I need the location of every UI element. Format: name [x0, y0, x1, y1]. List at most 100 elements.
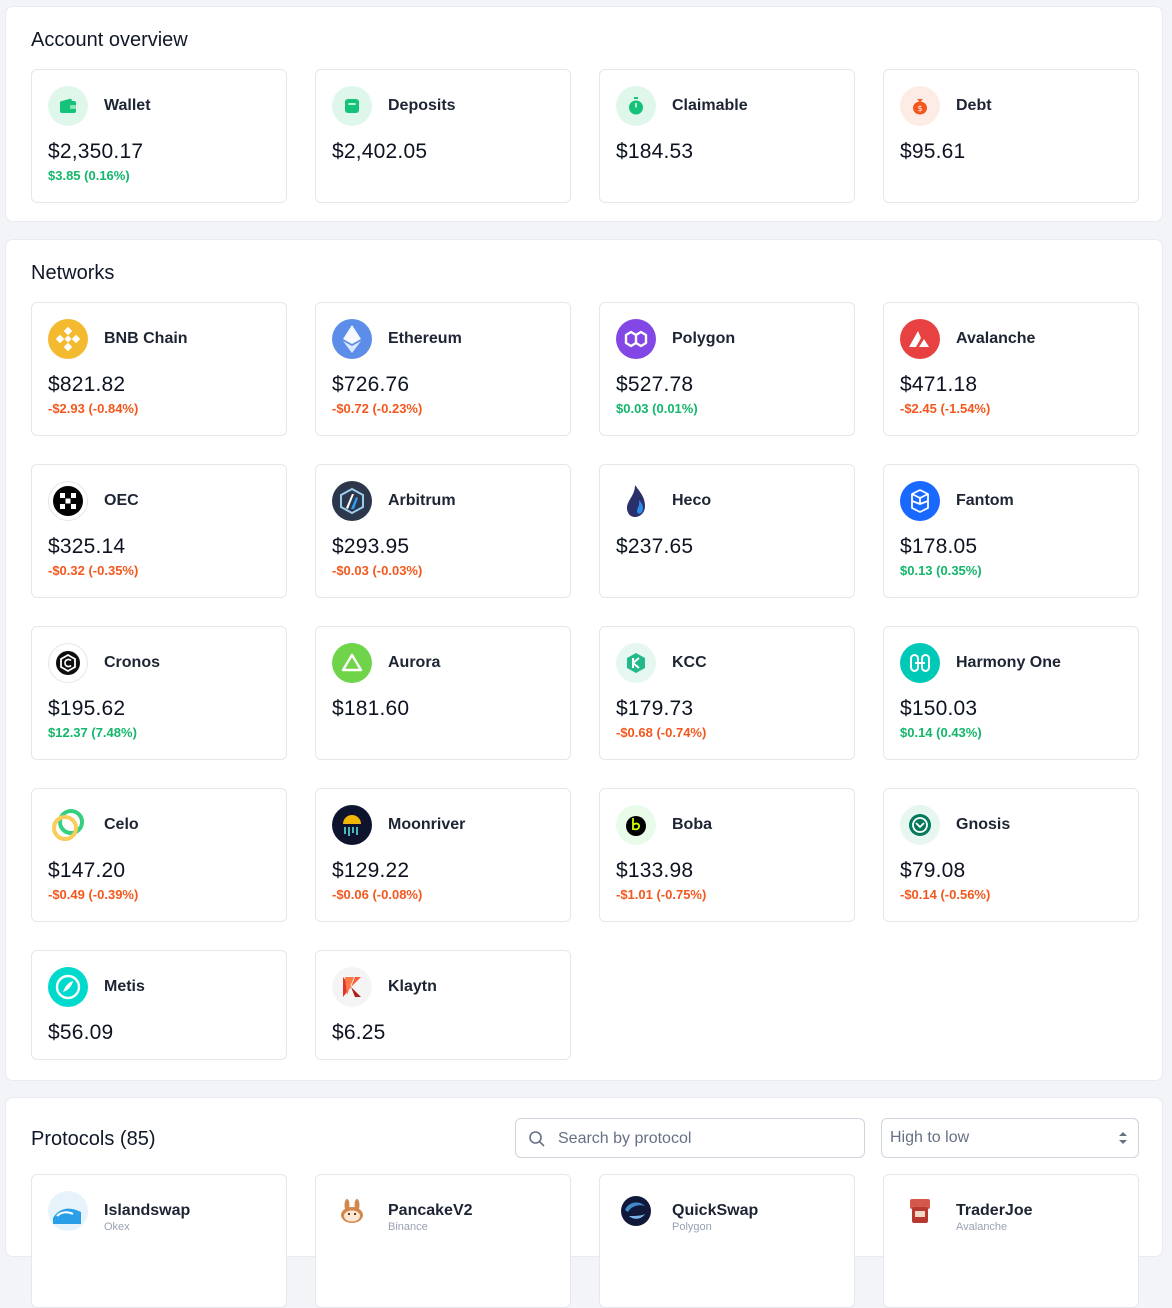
protocol-card-network: Binance	[388, 1221, 428, 1233]
network-card-moonriver[interactable]: Moonriver $129.22 -$0.06 (-0.08%)	[315, 788, 571, 922]
protocol-card-pancakev2[interactable]: PancakeV2 Binance	[315, 1174, 571, 1308]
aurora-icon	[332, 643, 372, 683]
network-card-change: -$0.72 (-0.23%)	[332, 401, 423, 416]
overview-card-deposits[interactable]: Deposits $2,402.05	[315, 69, 571, 203]
network-card-label: Fantom	[956, 492, 1014, 509]
network-card-label: Ethereum	[388, 330, 462, 347]
network-card-arbitrum[interactable]: Arbitrum $293.95 -$0.03 (-0.03%)	[315, 464, 571, 598]
network-card-label: Cronos	[104, 654, 160, 671]
network-card-value: $293.95	[332, 535, 410, 558]
protocol-card-islandswap[interactable]: Islandswap Okex	[31, 1174, 287, 1308]
gnosis-icon	[900, 805, 940, 845]
search-icon	[528, 1130, 546, 1153]
overview-card-claimable[interactable]: Claimable $184.53	[599, 69, 855, 203]
metis-icon	[48, 967, 88, 1007]
oec-icon	[48, 481, 88, 521]
network-card-kcc[interactable]: KCC $179.73 -$0.68 (-0.74%)	[599, 626, 855, 760]
network-card-value: $195.62	[48, 697, 126, 720]
network-card-heco[interactable]: Heco $237.65	[599, 464, 855, 598]
network-card-value: $150.03	[900, 697, 978, 720]
network-card-value: $471.18	[900, 373, 978, 396]
wallet-icon	[48, 86, 88, 126]
network-card-change: -$0.06 (-0.08%)	[332, 887, 423, 902]
network-card-aurora[interactable]: Aurora $181.60	[315, 626, 571, 760]
network-card-label: Celo	[104, 816, 139, 833]
money-bag-icon: $	[900, 86, 940, 126]
ethereum-icon	[332, 319, 372, 359]
network-card-label: BNB Chain	[104, 330, 188, 347]
network-card-oec[interactable]: OEC $325.14 -$0.32 (-0.35%)	[31, 464, 287, 598]
network-card-value: $181.60	[332, 697, 410, 720]
network-card-value: $56.09	[48, 1021, 114, 1044]
network-card-bnb-chain[interactable]: BNB Chain $821.82 -$2.93 (-0.84%)	[31, 302, 287, 436]
network-card-value: $147.20	[48, 859, 126, 882]
network-card-boba[interactable]: Boba $133.98 -$1.01 (-0.75%)	[599, 788, 855, 922]
network-card-change: -$0.03 (-0.03%)	[332, 563, 423, 578]
network-card-change: -$1.01 (-0.75%)	[616, 887, 707, 902]
traderjoe-icon	[900, 1191, 940, 1231]
network-card-value: $527.78	[616, 373, 694, 396]
networks-section: Networks BNB Chain $821.82 -$2.93 (-0.84…	[5, 239, 1163, 1081]
protocols-section: Protocols (85) High to low Islandswap Ok…	[5, 1097, 1163, 1308]
overview-card-label: Debt	[956, 97, 992, 114]
network-card-change: -$0.68 (-0.74%)	[616, 725, 707, 740]
network-card-klaytn[interactable]: Klaytn $6.25	[315, 950, 571, 1060]
protocol-card-label: Islandswap	[104, 1202, 191, 1219]
network-card-label: Klaytn	[388, 978, 437, 995]
overview-card-value: $2,402.05	[332, 140, 428, 163]
protocol-card-network: Avalanche	[956, 1221, 1008, 1233]
quickswap-icon	[616, 1191, 656, 1231]
sort-select[interactable]: High to low	[881, 1118, 1139, 1158]
deposits-icon	[332, 86, 372, 126]
overview-card-value: $2,350.17	[48, 140, 144, 163]
islandswap-icon	[48, 1191, 88, 1231]
network-card-ethereum[interactable]: Ethereum $726.76 -$0.72 (-0.23%)	[315, 302, 571, 436]
network-card-avalanche[interactable]: Avalanche $471.18 -$2.45 (-1.54%)	[883, 302, 1139, 436]
network-card-value: $179.73	[616, 697, 694, 720]
network-card-label: Avalanche	[956, 330, 1036, 347]
network-card-value: $79.08	[900, 859, 966, 882]
network-card-cronos[interactable]: Cronos $195.62 $12.37 (7.48%)	[31, 626, 287, 760]
protocol-card-network: Okex	[104, 1221, 130, 1233]
boba-icon	[616, 805, 656, 845]
network-card-change: $12.37 (7.48%)	[48, 725, 137, 740]
protocol-card-quickswap[interactable]: QuickSwap Polygon	[599, 1174, 855, 1308]
overview-card-debt[interactable]: $ Debt $95.61	[883, 69, 1139, 203]
network-card-celo[interactable]: Celo $147.20 -$0.49 (-0.39%)	[31, 788, 287, 922]
overview-card-wallet[interactable]: Wallet $2,350.17 $3.85 (0.16%)	[31, 69, 287, 203]
account-overview-title: Account overview	[31, 29, 188, 51]
overview-card-label: Claimable	[672, 97, 748, 114]
cronos-icon	[48, 643, 88, 683]
overview-card-label: Deposits	[388, 97, 456, 114]
network-card-label: Gnosis	[956, 816, 1011, 833]
polygon-icon	[616, 319, 656, 359]
account-overview-section: Account overview Wallet $2,350.17 $3.85 …	[5, 6, 1163, 222]
network-card-label: Aurora	[388, 654, 441, 671]
overview-card-change: $3.85 (0.16%)	[48, 168, 130, 183]
network-card-change: -$2.93 (-0.84%)	[48, 401, 139, 416]
network-card-label: OEC	[104, 492, 139, 509]
arbitrum-icon	[332, 481, 372, 521]
protocol-card-label: QuickSwap	[672, 1202, 759, 1219]
network-card-gnosis[interactable]: Gnosis $79.08 -$0.14 (-0.56%)	[883, 788, 1139, 922]
network-card-fantom[interactable]: Fantom $178.05 $0.13 (0.35%)	[883, 464, 1139, 598]
network-card-harmony-one[interactable]: Harmony One $150.03 $0.14 (0.43%)	[883, 626, 1139, 760]
network-card-value: $133.98	[616, 859, 694, 882]
sort-select-value: High to low	[890, 1129, 970, 1146]
network-card-label: KCC	[672, 654, 707, 671]
networks-title: Networks	[31, 262, 115, 284]
pancakeswap-icon	[332, 1191, 372, 1231]
heco-icon	[616, 481, 656, 521]
network-card-value: $821.82	[48, 373, 126, 396]
protocol-card-traderjoe[interactable]: TraderJoe Avalanche	[883, 1174, 1139, 1308]
protocol-card-label: TraderJoe	[956, 1202, 1033, 1219]
network-card-label: Metis	[104, 978, 145, 995]
overview-card-value: $184.53	[616, 140, 694, 163]
protocol-search-input[interactable]	[556, 1127, 850, 1151]
overview-card-value: $95.61	[900, 140, 966, 163]
network-card-change: $0.03 (0.01%)	[616, 401, 698, 416]
bnb-chain-icon	[48, 319, 88, 359]
network-card-label: Heco	[672, 492, 712, 509]
network-card-polygon[interactable]: Polygon $527.78 $0.03 (0.01%)	[599, 302, 855, 436]
network-card-metis[interactable]: Metis $56.09	[31, 950, 287, 1060]
